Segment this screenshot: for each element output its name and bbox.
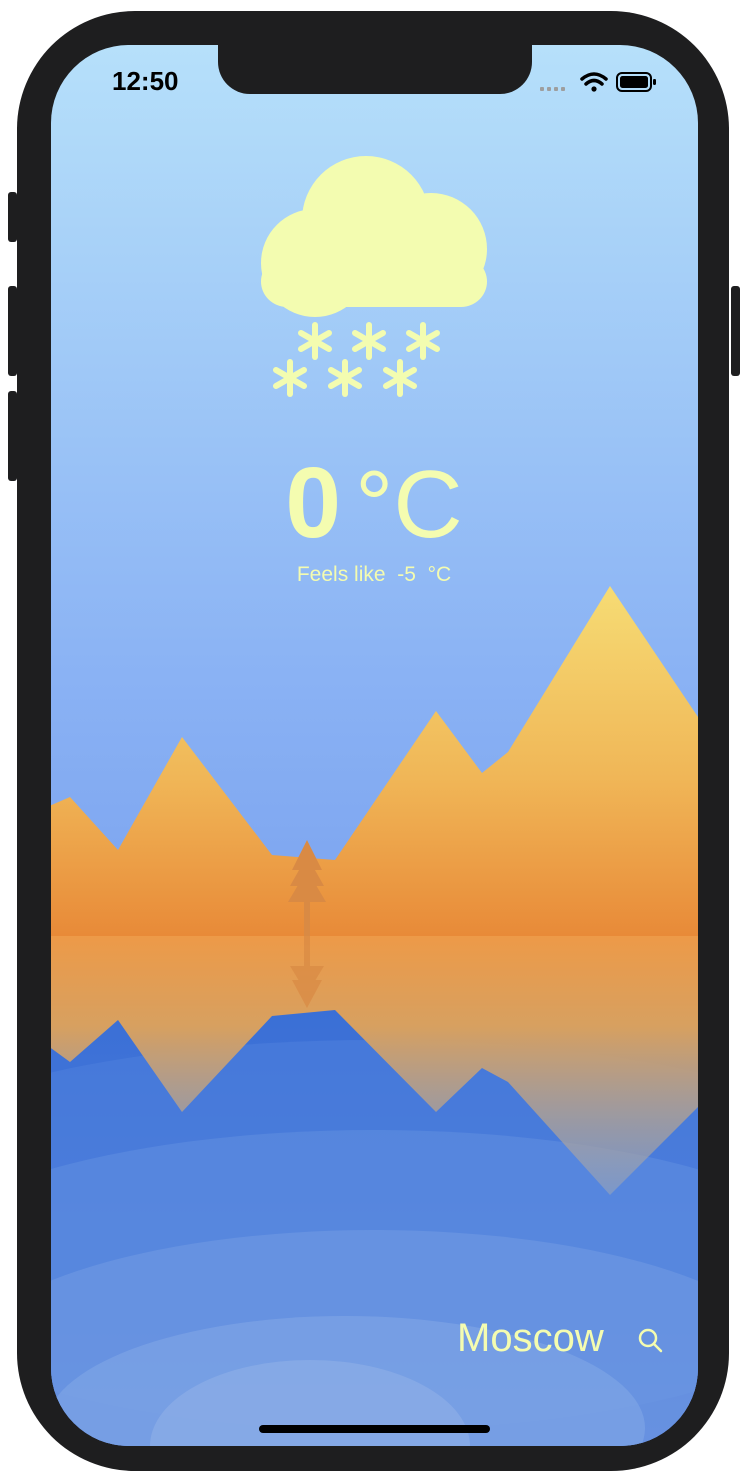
snowflakes: [273, 322, 440, 397]
feels-like-label: Feels like: [296, 563, 386, 586]
search-button[interactable]: [636, 1326, 666, 1356]
signal-icon: [540, 87, 565, 91]
feels-like-value: -5: [397, 563, 416, 586]
status-time: 12:50: [112, 66, 179, 96]
temperature-value: 0: [285, 447, 341, 559]
feels-like-unit: °C: [427, 563, 452, 586]
battery-icon: [616, 72, 656, 92]
city-name[interactable]: Moscow: [457, 1316, 604, 1361]
temperature-display: 0 °C: [0, 446, 748, 561]
snow-cloud-icon: [261, 156, 487, 397]
feels-like: Feels like -5 °C: [0, 563, 748, 587]
home-indicator[interactable]: [259, 1425, 490, 1433]
status-icons: [540, 70, 660, 105]
search-icon[interactable]: [636, 1326, 666, 1356]
notch: [218, 40, 532, 94]
wifi-icon: [580, 72, 608, 92]
mountains: [51, 586, 698, 936]
temperature-unit: °C: [354, 451, 463, 558]
